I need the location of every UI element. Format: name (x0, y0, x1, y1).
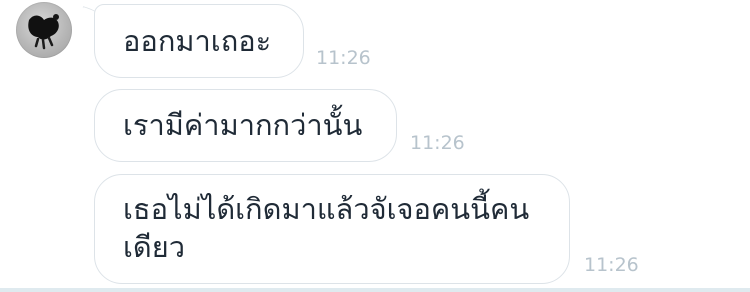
message-bubble-3[interactable]: เธอไม่ได้เกิดมาแล้วจัเจอคนนี้คน เดียว (94, 174, 570, 284)
message-time-2: 11:26 (410, 132, 465, 154)
message-time-3: 11:26 (584, 254, 639, 276)
message-text-1: ออกมาเถอะ (123, 24, 272, 58)
contact-photo-icon (28, 14, 59, 50)
message-bubble-1[interactable]: ออกมาเถอะ (94, 4, 304, 78)
message-text-3: เธอไม่ได้เกิดมาแล้วจัเจอคนนี้คน เดียว (123, 192, 530, 264)
message-time-1: 11:26 (316, 47, 371, 69)
bottom-divider (0, 288, 750, 292)
contact-avatar[interactable] (16, 2, 72, 58)
message-bubble-2[interactable]: เรามีค่ามากกว่านั้น (94, 89, 397, 162)
message-text-2: เรามีค่ามากกว่านั้น (123, 108, 363, 142)
